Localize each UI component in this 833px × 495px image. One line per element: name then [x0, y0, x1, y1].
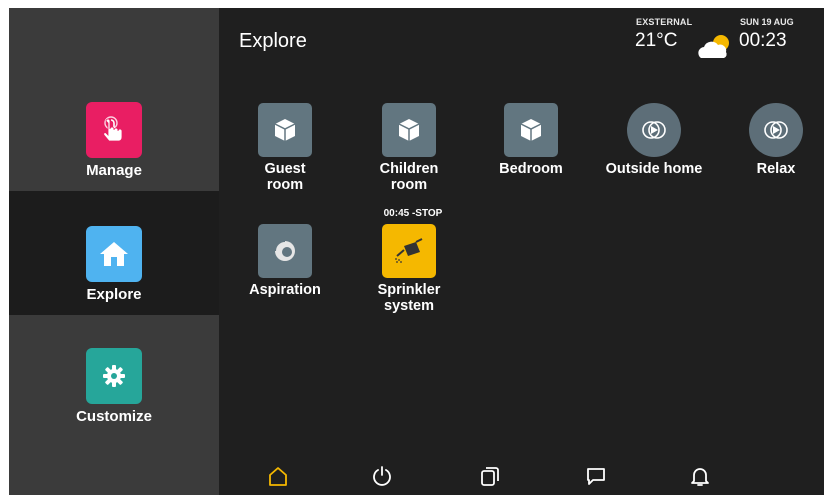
tile-label: Sprinkler system	[377, 282, 441, 314]
bottom-nav	[219, 453, 824, 495]
cube-icon	[504, 103, 558, 157]
sidebar-item-explore[interactable]: Explore	[9, 191, 219, 315]
app-screen: Manage Explore Customize Explore EXSTERN…	[9, 8, 824, 495]
nav-devices-button[interactable]	[475, 461, 505, 491]
weather-widget: EXSTERNAL 21°C SUN 19 AUG 00:23	[629, 16, 819, 68]
nav-messages-button[interactable]	[581, 461, 611, 491]
tile-label: Outside home	[605, 161, 703, 177]
power-icon	[373, 466, 391, 486]
hand-tap-icon	[86, 102, 142, 158]
scene-play-icon	[627, 103, 681, 157]
tile-bedroom[interactable]: Bedroom	[471, 103, 591, 177]
nav-notifications-button[interactable]	[685, 461, 715, 491]
sidebar-item-label: Manage	[86, 162, 142, 179]
clock: 00:23	[739, 30, 787, 51]
tile-outside-home[interactable]: Outside home	[594, 103, 714, 177]
home-icon	[86, 226, 142, 282]
cube-icon	[258, 103, 312, 157]
temperature: 21°C	[635, 30, 678, 51]
tile-relax[interactable]: Relax	[716, 103, 824, 177]
external-label: EXSTERNAL	[636, 17, 693, 27]
tile-sprinkler-system[interactable]: Sprinkler system	[349, 224, 469, 314]
nav-power-button[interactable]	[367, 461, 397, 491]
date-label: SUN 19 AUG	[740, 17, 794, 27]
watering-can-icon	[382, 224, 436, 278]
vacuum-icon	[258, 224, 312, 278]
tile-label: Children room	[379, 161, 439, 193]
tile-children-room[interactable]: Children room	[349, 103, 469, 193]
message-icon	[587, 468, 605, 485]
partly-cloudy-icon	[695, 32, 735, 67]
sidebar-item-manage[interactable]: Manage	[9, 8, 219, 191]
page-title: Explore	[239, 30, 307, 52]
tile-label: Guest room	[264, 161, 306, 193]
home-icon	[269, 467, 287, 486]
tile-label: Bedroom	[499, 161, 563, 177]
tile-label: Relax	[756, 161, 796, 177]
gear-icon	[86, 348, 142, 404]
sprinkler-timer[interactable]: 00:45 -STOP	[373, 208, 453, 219]
devices-icon	[481, 467, 499, 486]
sidebar: Manage Explore Customize	[9, 8, 219, 495]
tile-guest-room[interactable]: Guest room	[225, 103, 345, 193]
bell-icon	[691, 468, 709, 486]
cube-icon	[382, 103, 436, 157]
tile-aspiration[interactable]: Aspiration	[225, 224, 345, 298]
sidebar-item-label: Explore	[86, 286, 142, 303]
scene-play-icon	[749, 103, 803, 157]
sidebar-item-customize[interactable]: Customize	[9, 315, 219, 495]
tile-label: Aspiration	[249, 282, 321, 298]
sidebar-item-label: Customize	[76, 408, 152, 425]
nav-home-button[interactable]	[263, 461, 293, 491]
